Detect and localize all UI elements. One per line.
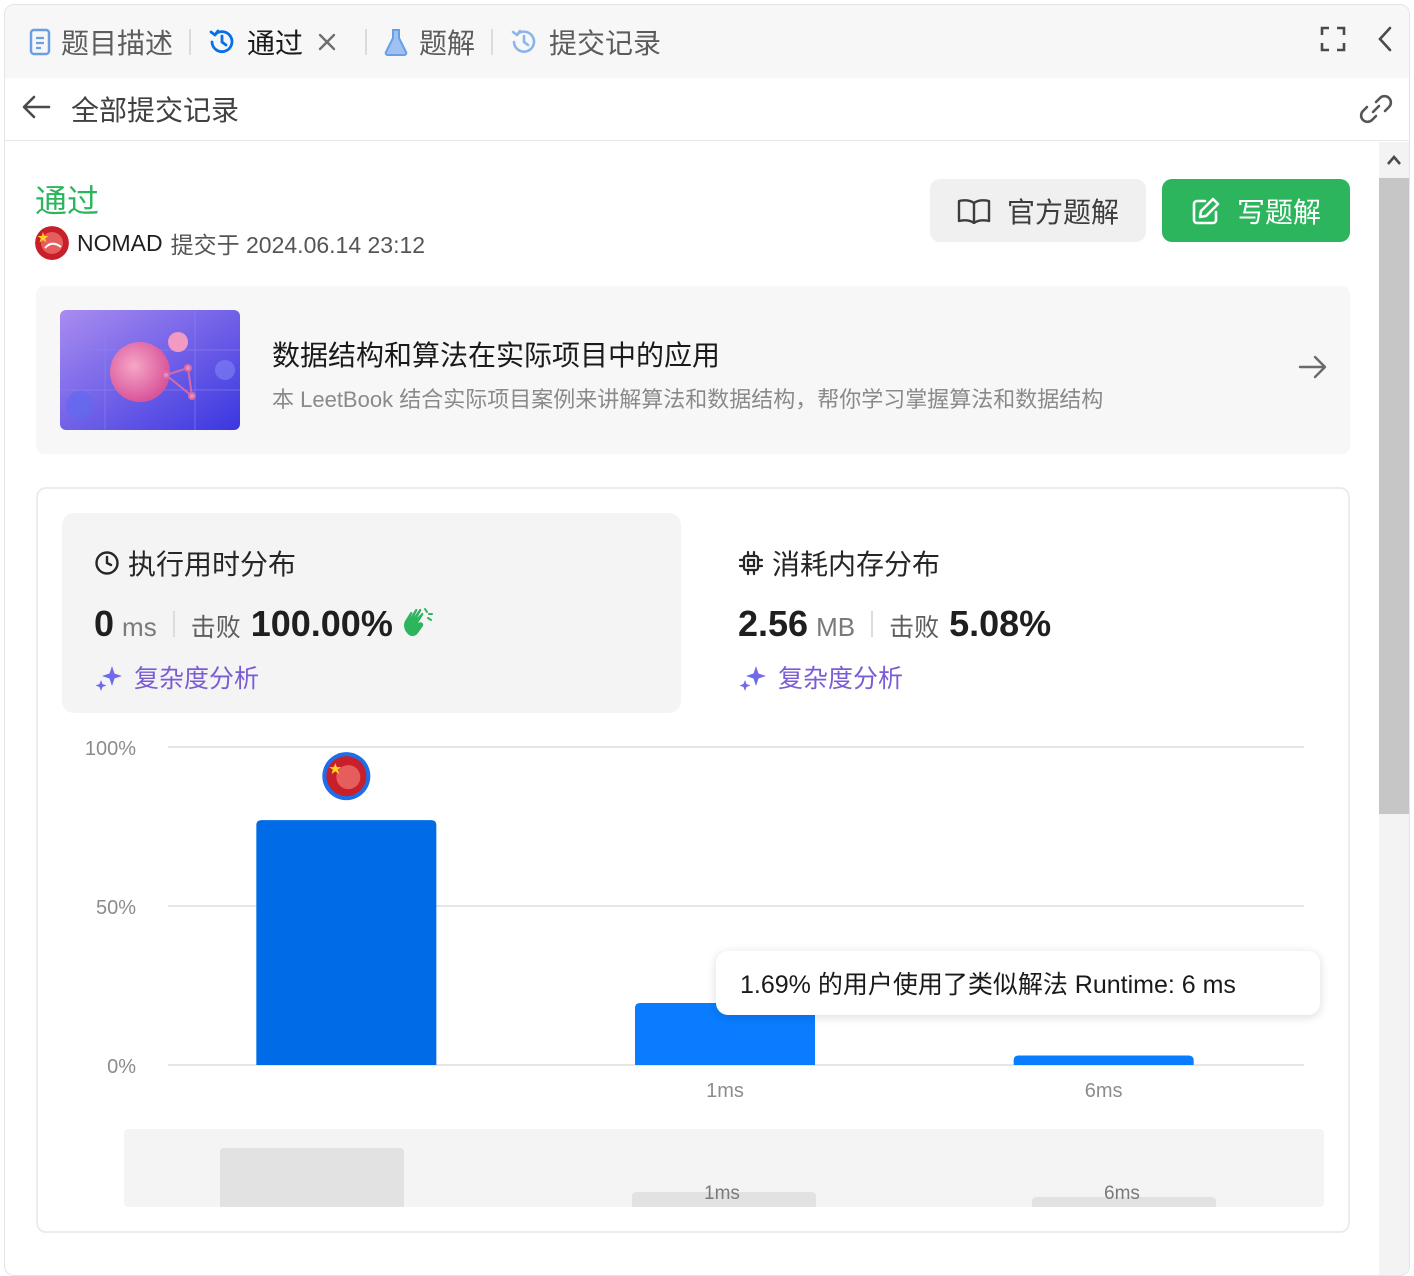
submission-panel: 题目描述 通过 题解 提交记录 全部提交记录 通过 NOMAD 提交于 2024… (4, 4, 1410, 1276)
submission-detail: 通过 NOMAD 提交于 2024.06.14 23:12 官方题解 写题解 数… (5, 142, 1381, 1275)
all-submissions-link[interactable]: 全部提交记录 (71, 89, 239, 129)
tab-description[interactable]: 题目描述 (29, 5, 173, 78)
navigator-tick-label: 6ms (1104, 1183, 1140, 1204)
y-tick-label: 0% (107, 1056, 136, 1078)
tab-divider (365, 28, 368, 55)
document-icon (29, 28, 51, 55)
fullscreen-icon[interactable] (1319, 25, 1347, 58)
chart-bar (256, 820, 437, 1065)
avatar (336, 765, 361, 790)
edit-icon (1192, 197, 1220, 224)
tab-submissions[interactable]: 提交记录 (509, 5, 661, 78)
flask-icon (384, 28, 408, 56)
tab-label: 题目描述 (61, 27, 174, 59)
leetbook-description: 本 LeetBook 结合实际项目案例来讲解算法和数据结构，帮你学习掌握算法和数… (272, 387, 1104, 412)
leetbook-card[interactable]: 数据结构和算法在实际项目中的应用 本 LeetBook 结合实际项目案例来讲解算… (36, 286, 1350, 454)
tab-label: 提交记录 (549, 27, 662, 59)
x-tick-label: 6ms (1085, 1080, 1123, 1102)
performance-card: 执行用时分布 0 ms 击败 100.00% 复杂度分析 消耗内存分布 2.56… (36, 487, 1350, 1233)
chart-tooltip: 1.69% 的用户使用了类似解法 Runtime: 6 ms (716, 951, 1320, 1015)
y-tick-label: 50% (96, 897, 136, 919)
write-solution-button[interactable]: 写题解 (1162, 179, 1350, 242)
official-solution-button[interactable]: 官方题解 (930, 179, 1146, 242)
avatar[interactable] (35, 226, 69, 260)
scrollbar[interactable] (1379, 142, 1409, 1275)
runtime-distribution-chart[interactable]: 100% 50% 0% 1ms 6ms (38, 489, 1348, 1231)
close-icon[interactable] (317, 32, 347, 52)
copy-link-icon[interactable] (1359, 94, 1393, 129)
tab-bar: 题目描述 通过 题解 提交记录 (5, 5, 1409, 78)
history-icon (511, 29, 536, 53)
submission-meta: NOMAD 提交于 2024.06.14 23:12 (35, 226, 425, 260)
scrollbar-thumb[interactable] (1379, 178, 1409, 814)
x-tick-label: 1ms (706, 1080, 744, 1102)
chart-range-navigator[interactable]: 1ms 6ms (124, 1129, 1324, 1207)
tab-label: 题解 (419, 27, 476, 59)
navigator-bar (220, 1148, 404, 1207)
tab-label: 通过 (247, 27, 304, 59)
write-solution-label: 写题解 (1236, 196, 1321, 228)
tab-divider (189, 28, 192, 55)
navigator-tick-label: 1ms (704, 1183, 740, 1204)
leetbook-title: 数据结构和算法在实际项目中的应用 (272, 340, 721, 371)
back-arrow-icon[interactable] (21, 94, 51, 125)
tab-divider (491, 28, 494, 55)
book-icon (957, 198, 991, 224)
leetbook-cover-image (60, 310, 240, 430)
tab-solutions[interactable]: 题解 (383, 5, 475, 78)
submission-header: 全部提交记录 (5, 78, 1409, 141)
official-solution-label: 官方题解 (1006, 196, 1119, 228)
submitted-time: 提交于 2024.06.14 23:12 (170, 232, 426, 258)
tab-accepted[interactable]: 通过 (207, 5, 349, 78)
username[interactable]: NOMAD (77, 230, 163, 257)
y-tick-label: 100% (85, 738, 136, 760)
submission-status: 通过 (35, 183, 100, 219)
history-icon (209, 29, 234, 53)
tab-bar-controls (1319, 5, 1395, 78)
arrow-right-icon (1298, 354, 1328, 385)
collapse-left-icon[interactable] (1375, 25, 1395, 58)
scroll-up-arrow-icon[interactable] (1379, 142, 1409, 178)
chart-bar (1013, 1055, 1194, 1065)
